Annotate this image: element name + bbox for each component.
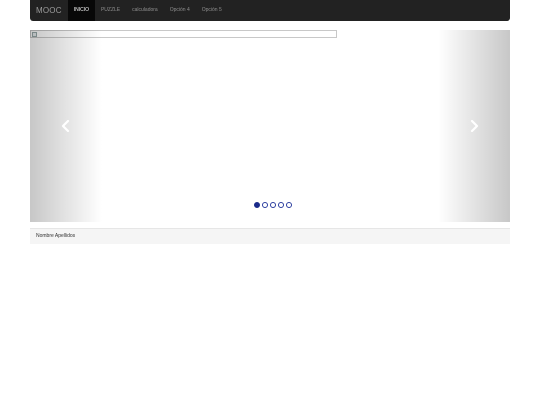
nav-item-puzzle[interactable]: PUZZLE: [95, 0, 126, 21]
carousel-indicators: [254, 202, 292, 208]
carousel-indicator-4[interactable]: [278, 202, 284, 208]
carousel-indicator-1[interactable]: [254, 202, 260, 208]
navbar-brand[interactable]: MOOC: [30, 0, 68, 21]
top-navbar: MOOC INICIO PUZZLE calculadora Opción 4 …: [30, 0, 510, 21]
image-carousel: [30, 30, 510, 222]
footer-author: Nombre Apellidos: [36, 233, 76, 239]
carousel-indicator-2[interactable]: [262, 202, 268, 208]
chevron-left-icon: [61, 120, 70, 132]
carousel-next-button[interactable]: [438, 30, 510, 222]
chevron-right-icon: [470, 120, 479, 132]
carousel-prev-button[interactable]: [30, 30, 102, 222]
carousel-indicator-3[interactable]: [270, 202, 276, 208]
carousel-indicator-5[interactable]: [286, 202, 292, 208]
nav-item-inicio[interactable]: INICIO: [67, 0, 95, 21]
nav-item-opcion-5[interactable]: Opción 5: [196, 0, 228, 21]
nav-item-opcion-4[interactable]: Opción 4: [164, 0, 196, 21]
footer: Nombre Apellidos: [30, 228, 510, 244]
nav-item-calculadora[interactable]: calculadora: [126, 0, 164, 21]
